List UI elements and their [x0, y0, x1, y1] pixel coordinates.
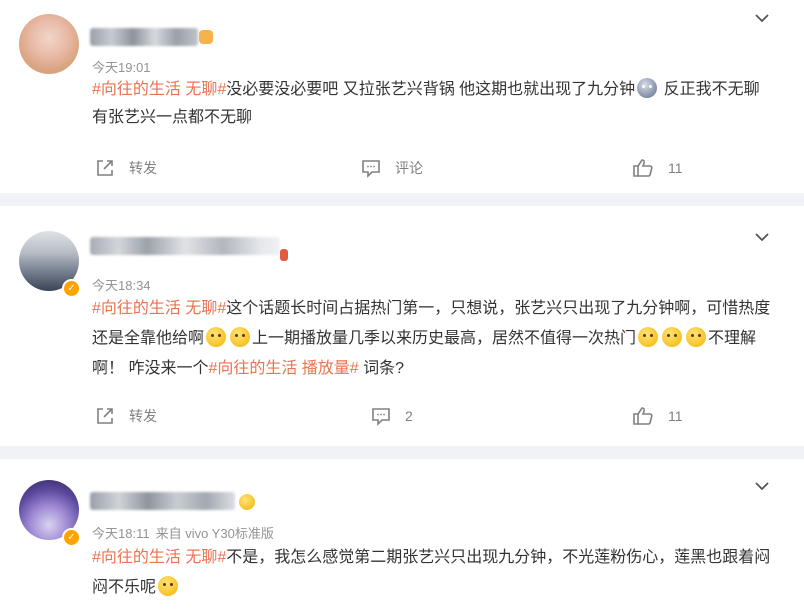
- chevron-down-icon[interactable]: [755, 479, 769, 493]
- thinking-face-emoji: [638, 327, 659, 347]
- comment-time: 今天19:01: [92, 60, 151, 75]
- comment-text: #向往的生活 无聊#不是，我怎么感觉第二期张艺兴只出现九分钟，不光莲粉伤心，莲黑…: [92, 543, 772, 603]
- repost-label: 转发: [129, 160, 157, 176]
- comment-text-segment: 词条?: [358, 360, 405, 377]
- verified-badge-icon: ✓: [62, 279, 81, 298]
- comment-icon: [362, 160, 380, 178]
- heart-eyes-emoji: [239, 494, 255, 510]
- like-count: 11: [668, 160, 683, 176]
- username[interactable]: [90, 237, 280, 255]
- repost-icon: [97, 408, 113, 424]
- thumbs-up-icon: [633, 407, 653, 425]
- repost-button[interactable]: 转发: [95, 156, 157, 180]
- user-badge-icon: [280, 249, 288, 261]
- crying-face-emoji: [206, 327, 227, 347]
- comment-label: 评论: [395, 160, 423, 176]
- comment-card: ✓ 今天18:34 #向往的生活 无聊#这个话题长时间占据热门第一，只想说，张艺…: [0, 206, 804, 446]
- avatar[interactable]: [19, 14, 79, 74]
- verified-badge-icon: ✓: [62, 528, 81, 547]
- comment-count: 2: [405, 408, 413, 424]
- comment-text: #向往的生活 无聊#这个话题长时间占据热门第一，只想说，张艺兴只出现了九分钟啊，…: [92, 294, 772, 384]
- comment-meta: 今天18:11 来自 vivo Y30标准版: [92, 523, 274, 542]
- comment-text-segment: 没必要没必要吧 又拉张艺兴背锅 他这期也就出现了九分钟: [226, 81, 636, 98]
- comment-card: ✓ 今天18:11 来自 vivo Y30标准版 #向往的生活 无聊#不是，我怎么…: [0, 459, 804, 611]
- hashtag-link[interactable]: #向往的生活 无聊#: [92, 549, 226, 566]
- comment-meta: 今天18:34: [92, 275, 151, 294]
- like-button[interactable]: 11: [632, 404, 683, 428]
- chevron-down-icon[interactable]: [755, 230, 769, 244]
- username[interactable]: [90, 28, 198, 46]
- comment-time: 今天18:34: [92, 278, 151, 293]
- chevron-down-icon[interactable]: [755, 11, 769, 25]
- thumbs-up-icon: [633, 159, 653, 177]
- smiling-face-emoji: [158, 576, 179, 596]
- crying-face-emoji: [230, 327, 251, 347]
- hashtag-link[interactable]: #向往的生活 播放量#: [208, 360, 358, 377]
- comment-button[interactable]: 2: [371, 404, 413, 428]
- repost-icon: [97, 160, 113, 176]
- comment-text: #向往的生活 无聊#没必要没必要吧 又拉张艺兴背锅 他这期也就出现了九分钟 反正…: [92, 76, 772, 132]
- hashtag-link[interactable]: #向往的生活 无聊#: [92, 300, 226, 317]
- scared-face-emoji: [637, 78, 658, 98]
- comment-source: 来自 vivo Y30标准版: [155, 526, 274, 541]
- comment-actions: 转发 2 11: [0, 404, 804, 428]
- repost-button[interactable]: 转发: [95, 404, 157, 428]
- thinking-face-emoji: [686, 327, 707, 347]
- user-badge-icon: [199, 30, 213, 44]
- comment-actions: 转发 评论 11: [0, 156, 804, 180]
- comment-button[interactable]: 评论: [361, 156, 423, 180]
- like-button[interactable]: 11: [632, 156, 683, 180]
- comment-card: 今天19:01 #向往的生活 无聊#没必要没必要吧 又拉张艺兴背锅 他这期也就出…: [0, 0, 804, 193]
- username[interactable]: [90, 492, 235, 510]
- repost-label: 转发: [129, 408, 157, 424]
- comment-icon: [372, 408, 390, 426]
- like-count: 11: [668, 408, 683, 424]
- comment-time: 今天18:11: [92, 526, 150, 541]
- thinking-face-emoji: [662, 327, 683, 347]
- comment-text-segment: 上一期播放量几季以来历史最高，居然不值得一次热门: [252, 330, 637, 347]
- comment-meta: 今天19:01: [92, 57, 151, 76]
- hashtag-link[interactable]: #向往的生活 无聊#: [92, 81, 226, 98]
